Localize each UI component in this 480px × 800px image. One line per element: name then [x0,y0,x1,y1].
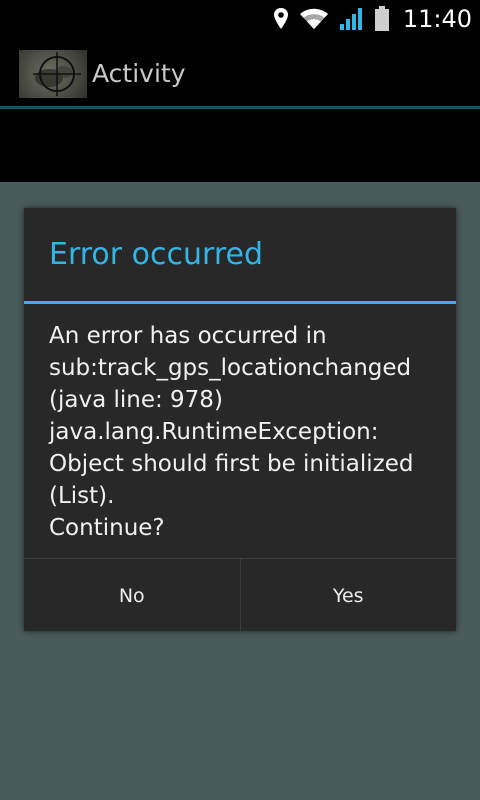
action-bar-title: Activity [92,59,186,88]
dialog-title: Error occurred [49,237,263,272]
status-time: 11:40 [402,5,472,33]
wifi-icon [299,8,328,29]
battery-icon [374,6,389,31]
yes-button[interactable]: Yes [241,559,457,632]
crosshair-icon [33,52,81,96]
status-icons: 11:40 [273,0,472,38]
app-icon[interactable] [19,50,87,98]
dialog-title-divider [24,301,456,304]
content-header-band [0,109,480,182]
location-pin-icon [273,8,288,29]
signal-icon [339,8,362,30]
error-dialog: Error occurred An error has occurred in … [24,208,456,631]
no-button[interactable]: No [24,559,240,632]
action-bar: Activity [0,38,480,109]
screen: 11:40 Activity Error occurred An error h… [0,0,480,800]
dialog-message: An error has occurred in sub:track_gps_l… [49,323,414,541]
status-bar: 11:40 [0,0,480,38]
dialog-button-bar: No Yes [24,558,456,632]
